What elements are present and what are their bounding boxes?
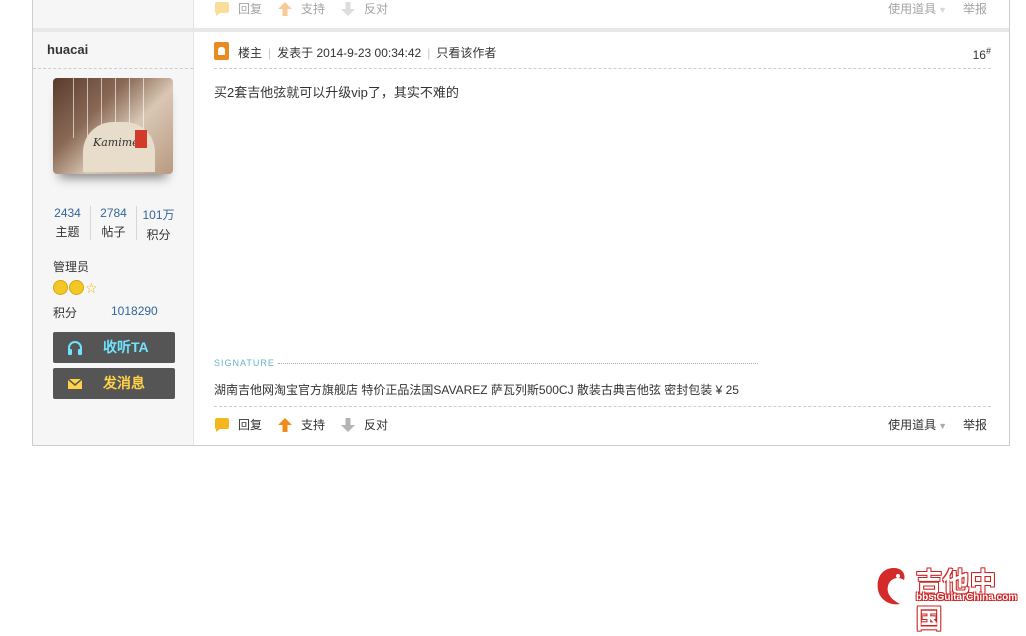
floor-mark: # — [985, 46, 991, 56]
author-stats: 2434 主题 2784 帖子 101万 积分 — [45, 206, 181, 242]
caret-down-icon: ▼ — [938, 421, 947, 431]
author-sidebar: huacai Kamime 2434 主题 2784 帖子 101万 积分 管理… — [33, 32, 194, 445]
use-tools-menu[interactable]: 使用道具 ▼ — [888, 416, 947, 435]
avatar-stamp — [135, 130, 147, 148]
post-body: 楼主 | 发表于 2014-9-23 00:34:42 | 只看该作者 16# 买2套吉… — [214, 32, 991, 445]
dragon-logo-icon — [877, 568, 905, 605]
arrow-up-icon — [278, 418, 292, 432]
follow-button[interactable]: 收听TA — [53, 332, 175, 363]
send-message-button[interactable]: 发消息 — [53, 368, 175, 399]
floor-number[interactable]: 16# — [973, 46, 991, 62]
headphones-icon — [68, 341, 82, 355]
post-content: 买2套吉他弦就可以升级vip了，其实不难的 — [214, 85, 459, 100]
signature-divider — [278, 363, 758, 364]
star-icon[interactable]: ☆ — [85, 281, 98, 295]
support-label: 支持 — [301, 418, 326, 432]
avatar-brand: Kamime — [93, 136, 139, 149]
signature-text[interactable]: 湖南吉他网淘宝官方旗舰店 特价正品法国SAVAREZ 萨瓦列斯500CJ 散装古… — [214, 381, 739, 398]
credits-row: 积分 1018290 — [53, 304, 173, 321]
reply-icon — [215, 2, 229, 16]
prev-post-sidebar — [33, 0, 194, 28]
floor-number-value: 16 — [972, 48, 986, 62]
stat-posts[interactable]: 2784 帖子 — [90, 206, 137, 240]
credits-label: 积分 — [53, 306, 78, 320]
prev-post-actions: 回复 支持 反对 使用道具 ▼ 举报 — [214, 0, 991, 20]
thread-owner-icon — [214, 42, 229, 60]
prev-use-tools-menu[interactable]: 使用道具 ▼ — [888, 0, 947, 19]
arrow-down-icon — [341, 418, 355, 432]
caret-down-icon: ▼ — [938, 5, 947, 15]
oppose-label: 反对 — [364, 418, 389, 432]
stat-label: 积分 — [146, 228, 171, 242]
stat-value: 2434 — [54, 206, 81, 220]
smiley-medal-icon[interactable] — [53, 280, 68, 296]
stat-threads[interactable]: 2434 主题 — [45, 206, 90, 240]
avatar[interactable]: Kamime — [53, 78, 173, 174]
stat-credits[interactable]: 101万 积分 — [136, 206, 181, 243]
divider — [214, 406, 991, 407]
divider — [33, 68, 193, 69]
smiley-medal-icon[interactable] — [69, 280, 84, 296]
meta-divider: | — [427, 46, 431, 60]
stat-label: 主题 — [55, 225, 80, 239]
send-message-label: 发消息 — [103, 375, 145, 391]
prev-report-link[interactable]: 举报 — [963, 0, 987, 18]
only-author-link[interactable]: 只看该作者 — [436, 46, 496, 60]
reply-icon — [215, 418, 229, 432]
use-tools-label: 使用道具 — [888, 418, 937, 432]
divider — [214, 68, 991, 69]
credits-value: 1018290 — [111, 304, 158, 318]
watermark-subtitle: bbs.GuitarChina.com — [916, 592, 1018, 603]
post-time: 发表于 2014-9-23 00:34:42 — [277, 46, 422, 60]
avatar-label: Kamime — [83, 122, 155, 172]
signature-label: SIGNATURE — [214, 358, 275, 368]
use-tools-label: 使用道具 — [888, 2, 937, 16]
site-watermark: 吉他中国 bbs.GuitarChina.com — [874, 562, 1020, 635]
stat-value: 2784 — [100, 206, 127, 220]
follow-button-label: 收听TA — [103, 339, 149, 355]
post-meta: 楼主 | 发表于 2014-9-23 00:34:42 | 只看该作者 — [238, 44, 496, 61]
owner-label: 楼主 — [238, 46, 263, 60]
post-actions: 回复 支持 反对 使用道具 ▼ 举报 — [214, 416, 991, 436]
stat-label: 帖子 — [101, 225, 126, 239]
envelope-icon — [67, 378, 83, 389]
stat-value: 101万 — [142, 208, 175, 222]
post-table: 回复 支持 反对 使用道具 ▼ 举报 huacai Kamime 2434 主题… — [32, 0, 1010, 446]
arrow-down-icon — [341, 2, 355, 16]
report-link[interactable]: 举报 — [963, 416, 987, 434]
reply-label: 回复 — [238, 418, 263, 432]
medal-list: ☆ — [53, 280, 98, 296]
arrow-up-icon — [278, 2, 292, 16]
user-group[interactable]: 管理员 — [53, 258, 89, 275]
post-header: 楼主 | 发表于 2014-9-23 00:34:42 | 只看该作者 16# — [214, 42, 991, 62]
meta-divider: | — [268, 46, 272, 60]
author-username[interactable]: huacai — [47, 42, 88, 57]
